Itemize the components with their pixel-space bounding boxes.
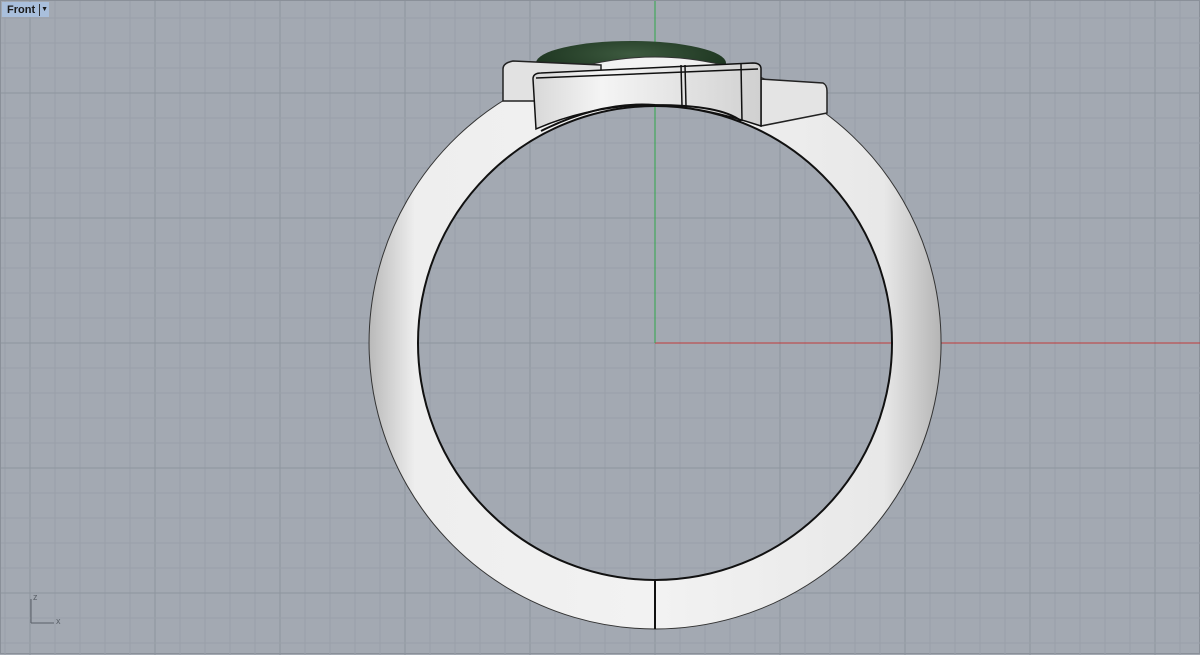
z-axis-label: z — [33, 592, 38, 602]
front-viewport[interactable]: z x Front ▼ — [0, 0, 1200, 655]
viewport-canvas[interactable] — [1, 1, 1200, 655]
dropdown-arrow-icon[interactable]: ▼ — [40, 6, 49, 13]
axes-widget — [30, 599, 54, 624]
x-axis-label: x — [56, 616, 61, 626]
viewport-title-tab[interactable]: Front ▼ — [2, 2, 50, 17]
viewport-name[interactable]: Front — [7, 3, 41, 16]
